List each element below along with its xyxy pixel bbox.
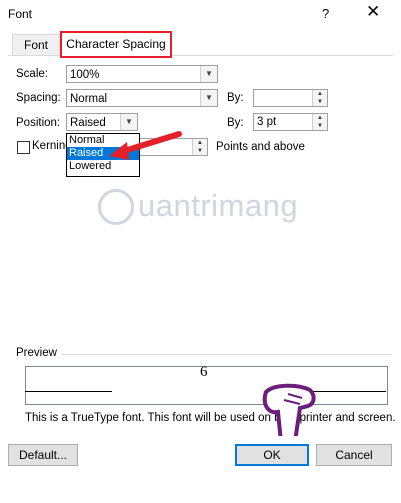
preview-label: Preview xyxy=(16,347,57,359)
spinner-buttons[interactable]: ▲ ▼ xyxy=(312,90,327,106)
watermark-text: uantrimang xyxy=(138,188,299,223)
default-button[interactable]: Default... xyxy=(8,444,78,466)
spin-down-icon[interactable]: ▼ xyxy=(193,147,207,155)
spacing-label: Spacing: xyxy=(16,92,61,104)
spin-up-icon[interactable]: ▲ xyxy=(313,90,327,98)
spacing-value: Normal xyxy=(70,93,108,105)
title-bar xyxy=(0,0,401,30)
spin-down-icon[interactable]: ▼ xyxy=(313,98,327,106)
tab-font[interactable]: Font xyxy=(12,34,60,55)
chevron-down-icon[interactable]: ▼ xyxy=(200,66,217,82)
preview-divider xyxy=(62,354,392,355)
position-by-value: 3 pt xyxy=(257,116,277,128)
kerning-suffix: Points and above xyxy=(216,141,305,153)
spacing-by-spinner[interactable]: ▲ ▼ xyxy=(253,89,328,107)
preview-sample-text: 6 xyxy=(200,364,208,380)
scale-combobox[interactable]: 100% ▼ xyxy=(66,65,218,83)
position-value: Raised xyxy=(70,117,106,129)
spacing-combobox[interactable]: Normal ▼ xyxy=(66,89,218,107)
preview-baseline-left xyxy=(25,391,112,392)
chevron-down-icon[interactable]: ▼ xyxy=(200,90,217,106)
kerning-checkbox[interactable] xyxy=(17,141,30,154)
window-title: Font xyxy=(8,7,33,21)
spin-down-icon[interactable]: ▼ xyxy=(313,122,327,130)
position-by-label: By: xyxy=(227,117,244,129)
scale-label: Scale: xyxy=(16,68,48,80)
truetype-note: This is a TrueType font. This font will … xyxy=(25,412,396,424)
watermark-logo-icon xyxy=(98,189,134,225)
spin-up-icon[interactable]: ▲ xyxy=(313,114,327,122)
spinner-buttons[interactable]: ▲ ▼ xyxy=(312,114,327,130)
cancel-button[interactable]: Cancel xyxy=(316,444,392,466)
tab-character-spacing[interactable]: Character Spacing xyxy=(60,31,172,58)
spinner-buttons[interactable]: ▲ ▼ xyxy=(192,139,207,155)
scale-value: 100% xyxy=(70,69,100,81)
position-label: Position: xyxy=(16,117,61,129)
spin-up-icon[interactable]: ▲ xyxy=(193,139,207,147)
close-icon[interactable]: ✕ xyxy=(366,2,380,22)
red-arrow-icon xyxy=(109,131,182,160)
help-icon[interactable]: ? xyxy=(322,6,329,21)
position-by-spinner[interactable]: 3 pt ▲ ▼ xyxy=(253,113,328,131)
ok-button[interactable]: OK xyxy=(235,444,309,466)
spacing-by-label: By: xyxy=(227,92,244,104)
